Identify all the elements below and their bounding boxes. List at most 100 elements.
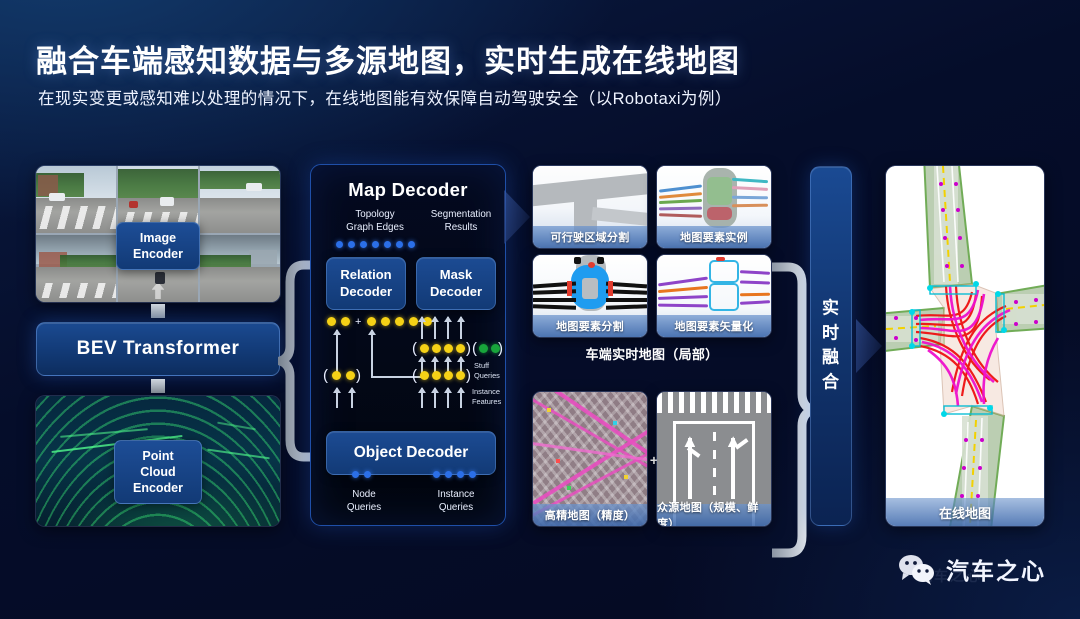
topology-caption-line1: Topology xyxy=(355,209,395,220)
topology-edge-dots xyxy=(336,241,415,248)
fusion-char-4: 合 xyxy=(822,372,840,392)
segmentation-caption-line2: Results xyxy=(444,221,478,233)
image-encoder-label-line2: Encoder xyxy=(132,247,183,261)
slide-root: 融合车端感知数据与多源地图，实时生成在线地图 在现实变更或感知难以处理的情况下，… xyxy=(0,0,1080,619)
card-hd-map: 高精地图（精度） xyxy=(533,392,647,526)
paren-close-node: ) xyxy=(356,367,361,384)
image-encoder-label-line1: Image xyxy=(139,231,177,245)
instance-queries-line2: Queries xyxy=(438,501,474,513)
fusion-char-1: 实 xyxy=(822,298,840,318)
flow-arrow-inst-3 xyxy=(444,387,451,408)
online-map-panel: 在线地图 xyxy=(886,166,1044,526)
paren-close-seg: ) xyxy=(466,340,471,357)
arrow-decoder-to-cards xyxy=(504,190,530,244)
topology-graph-edges-caption: Topology Graph Edges xyxy=(329,209,421,234)
flow-arrow-stuff-4 xyxy=(457,316,464,339)
instance-feature-dots xyxy=(420,371,465,380)
wechat-icon xyxy=(899,554,934,585)
card-vector-label: 地图要素矢量化 xyxy=(657,315,771,337)
node-queries-caption: Node Queries xyxy=(327,489,401,514)
card-instance-label: 地图要素实例 xyxy=(657,226,771,248)
arrow-fusion-to-online-map xyxy=(856,319,882,373)
node-queries-line1: Node xyxy=(352,489,376,500)
flow-arrow-stuff-1 xyxy=(418,316,425,339)
card-drivable-label: 可行驶区域分割 xyxy=(533,226,647,248)
point-cloud-encoder-block: Point Cloud Encoder xyxy=(114,440,202,504)
camera-view-rear-left xyxy=(36,234,117,302)
paren-close-instf: ) xyxy=(466,367,471,384)
card-hdmap-label: 高精地图（精度） xyxy=(533,504,647,526)
segmentation-results-caption: Segmentation Results xyxy=(415,209,507,234)
paren-open-stuff: ( xyxy=(472,340,477,357)
topology-caption-line2: Graph Edges xyxy=(346,221,404,233)
card-segmentation-label: 地图要素分割 xyxy=(533,315,647,337)
paren-open-seg: ( xyxy=(412,340,417,357)
flow-arrow-node-in-2 xyxy=(348,387,355,408)
stuff-queries-tag: Stuff Queries xyxy=(474,361,500,380)
brand-name: 汽车之心 xyxy=(946,558,1046,584)
map-decoder-panel: Map Decoder Topology Graph Edges Segment… xyxy=(310,164,506,526)
plus-symbol-top: + xyxy=(355,316,362,328)
flow-arrow-inst-4 xyxy=(457,387,464,408)
flow-arrow-inst-2 xyxy=(431,387,438,408)
mask-decoder-block: Mask Decoder xyxy=(416,257,496,311)
stuff-queries-dots xyxy=(479,344,500,353)
point-cloud-encoder-label-line1: Point Cloud xyxy=(140,449,176,479)
paren-close-stuff: ) xyxy=(498,340,503,357)
instance-features-line2: Features xyxy=(472,396,502,406)
online-map-art xyxy=(886,166,1044,526)
flow-arrow-edge xyxy=(368,329,375,350)
realtime-fusion-label: 实 时 融 合 xyxy=(811,297,851,396)
fusion-char-3: 融 xyxy=(822,348,840,367)
mask-decoder-line2: Decoder xyxy=(429,283,483,299)
mask-decoder-line1: Mask xyxy=(439,267,473,282)
segmentation-caption-line1: Segmentation xyxy=(430,209,492,220)
point-cloud-encoder-label-line2: Encoder xyxy=(132,481,183,495)
flow-arrow-inst-1 xyxy=(418,387,425,408)
bev-transformer-label: BEV Transformer xyxy=(76,338,240,359)
object-decoder-label: Object Decoder xyxy=(353,444,469,461)
bev-transformer-block: BEV Transformer xyxy=(36,322,280,376)
instance-queries-caption: Instance Queries xyxy=(415,489,497,514)
slide-header: 融合车端感知数据与多源地图，实时生成在线地图 在现实变更或感知难以处理的情况下，… xyxy=(0,0,1080,132)
local-realtime-map-label: 车端实时地图（局部） xyxy=(585,347,719,362)
node-queries-line2: Queries xyxy=(346,501,382,513)
connector-bev-to-pointcloud xyxy=(151,379,165,393)
camera-view-front-right xyxy=(199,166,280,234)
relation-decoder-line1: Relation xyxy=(340,267,392,282)
instance-features-tag: Instance Features xyxy=(472,387,501,406)
node-queries-dots xyxy=(352,471,371,478)
stuff-queries-line1: Stuff xyxy=(474,361,490,370)
paren-open-instf: ( xyxy=(412,367,417,384)
flow-arrow-node-in-1 xyxy=(333,387,340,408)
stuff-queries-line2: Queries xyxy=(474,370,500,380)
flow-arrow-stuff-3 xyxy=(444,316,451,339)
connector-brace-right xyxy=(772,262,814,558)
map-decoder-title: Map Decoder xyxy=(348,179,468,200)
relation-decoder-line2: Decoder xyxy=(339,283,393,299)
instance-features-line1: Instance xyxy=(472,387,500,396)
brand-logo: 汽车之心 xyxy=(898,552,1046,586)
card-drivable-area: 可行驶区域分割 xyxy=(533,166,647,248)
flow-link-vertical xyxy=(371,350,373,377)
node-output-dots xyxy=(327,317,350,326)
instance-queries-dots xyxy=(433,471,476,478)
camera-view-rear-right xyxy=(199,234,280,302)
fusion-char-2: 时 xyxy=(822,323,840,343)
card-element-vectorization: 地图要素矢量化 xyxy=(657,255,771,337)
flow-arrow-stuff-2 xyxy=(431,316,438,339)
node-feature-dots xyxy=(332,371,355,380)
online-map-label: 在线地图 xyxy=(886,498,1044,526)
realtime-fusion-bar: 实 时 融 合 xyxy=(810,166,852,526)
card-crowd-label: 众源地图（规模、鲜度） xyxy=(657,502,771,526)
card-crowdsourced-map: 众源地图（规模、鲜度） xyxy=(657,392,771,526)
connector-camera-to-bev xyxy=(151,304,165,318)
relation-decoder-block: Relation Decoder xyxy=(326,257,406,311)
page-title: 融合车端感知数据与多源地图，实时生成在线地图 xyxy=(36,44,740,79)
page-subtitle: 在现实变更或感知难以处理的情况下，在线地图能有效保障自动驾驶安全（以Robota… xyxy=(38,90,732,108)
image-encoder-block: Image Encoder xyxy=(116,222,200,270)
flow-arrow-node xyxy=(333,329,340,376)
instance-queries-line1: Instance xyxy=(437,489,475,500)
camera-view-front-left xyxy=(36,166,117,234)
segmentation-mask-dots xyxy=(420,344,465,353)
